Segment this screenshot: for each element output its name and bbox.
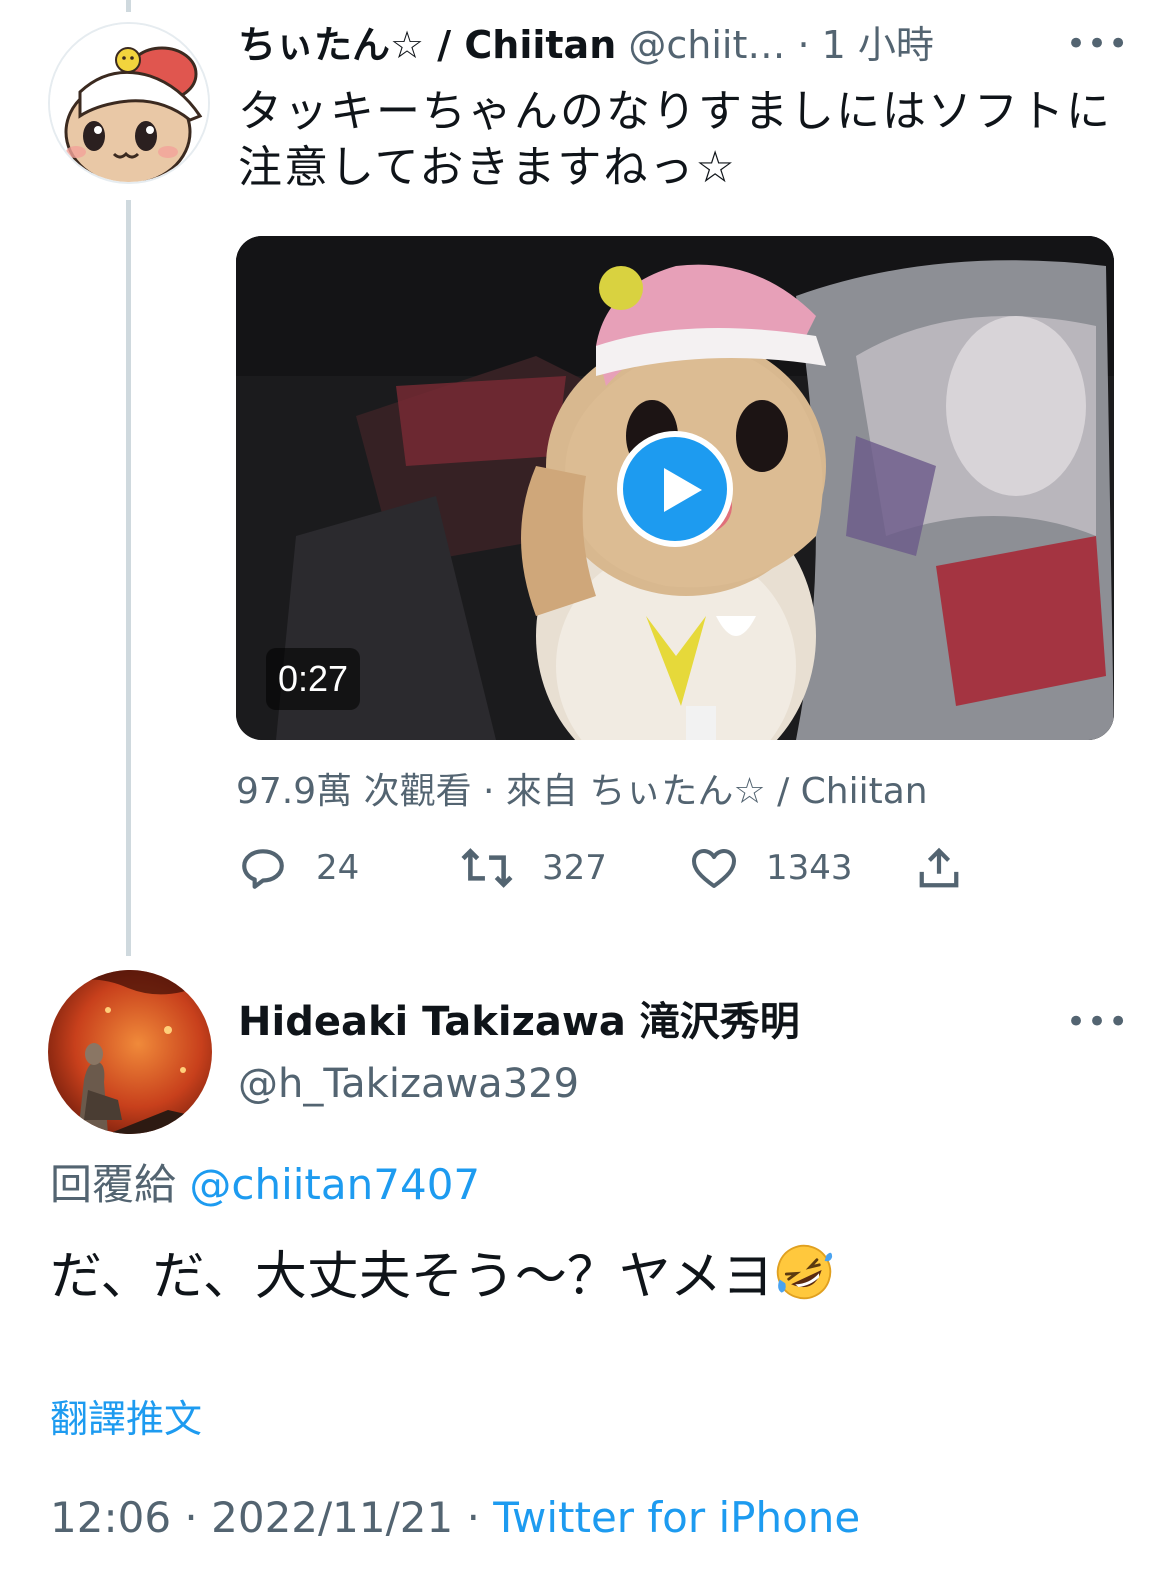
reply-mention-link[interactable]: @chiitan7407	[189, 1160, 480, 1209]
rolling-on-floor-laughing-emoji	[776, 1244, 832, 1300]
thread-line-top	[126, 0, 131, 12]
video-views-line: 97.9萬 次觀看 · 來自 ちぃたん☆ / Chiitan	[236, 771, 928, 812]
more-options-icon[interactable]: •••	[1066, 1002, 1129, 1042]
focused-tweet-text: だ、だ、大丈夫そう～？ヤメヨ	[50, 1242, 834, 1312]
tweet-time-ago[interactable]: 1 小時	[822, 23, 934, 67]
more-options-icon[interactable]: •••	[1066, 24, 1129, 64]
thread-connector-line	[126, 200, 131, 956]
tweet-source-link[interactable]: Twitter for iPhone	[493, 1493, 860, 1542]
tweet-metadata: 12:06 · 2022/11/21 · Twitter for iPhone	[50, 1490, 860, 1546]
heart-icon	[692, 849, 736, 888]
retweet-icon	[461, 848, 513, 888]
focused-author-display-name[interactable]: Hideaki Takizawa 滝沢秀明	[238, 996, 800, 1048]
takizawa-avatar[interactable]	[48, 970, 212, 1134]
video-duration: 0:27	[266, 648, 361, 710]
retweet-count: 327	[542, 848, 607, 888]
share-icon	[919, 847, 959, 888]
tweet-date[interactable]: 2022/11/21	[211, 1493, 453, 1542]
header-separator: ·	[797, 23, 810, 67]
like-count: 1343	[766, 848, 853, 888]
video-player[interactable]: 0:27	[236, 236, 1114, 740]
tweet-time[interactable]: 12:06	[50, 1493, 171, 1542]
share-action[interactable]	[916, 843, 990, 893]
translate-tweet-link[interactable]: 翻譯推文	[50, 1394, 202, 1444]
chiitan-avatar[interactable]	[48, 22, 210, 184]
focused-tweet-text-content: だ、だ、大丈夫そう～？ヤメヨ	[50, 1247, 774, 1307]
meta-separator: ·	[466, 1493, 480, 1542]
author-display-name[interactable]: ちぃたん☆ / Chiitan	[238, 23, 616, 67]
reply-icon	[242, 849, 284, 889]
play-icon[interactable]	[617, 431, 733, 547]
reply-count: 24	[316, 848, 360, 888]
parent-tweet-text: タッキーちゃんのなりすましにはソフトに注意しておきますねっ☆	[238, 86, 1112, 193]
reply-prefix: 回覆給	[50, 1160, 177, 1209]
reply-context: 回覆給 @chiitan7407	[50, 1158, 480, 1212]
author-handle[interactable]: @chiit…	[628, 23, 785, 67]
parent-tweet-header: ちぃたん☆ / Chiitan @chiit… · 1 小時	[238, 20, 1118, 70]
meta-separator: ·	[184, 1493, 198, 1542]
retweet-action[interactable]: 327	[460, 843, 607, 893]
like-action[interactable]: 1343	[690, 843, 853, 893]
reply-action[interactable]: 24	[238, 843, 359, 893]
focused-author-handle[interactable]: @h_Takizawa329	[238, 1058, 579, 1110]
